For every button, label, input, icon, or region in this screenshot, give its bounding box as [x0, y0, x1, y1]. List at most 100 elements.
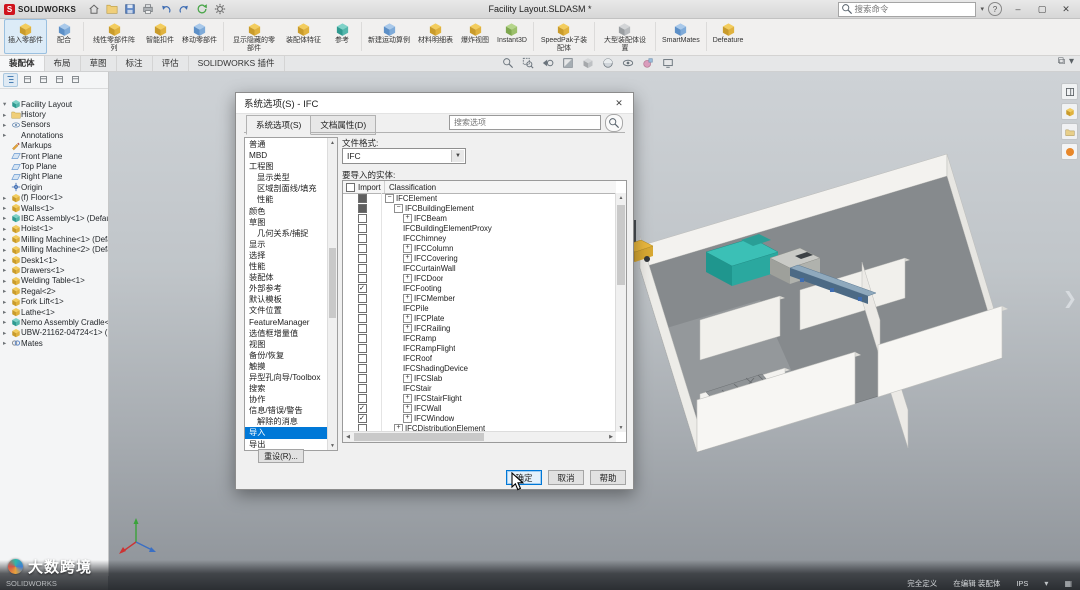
expand-arrow-icon[interactable]: ▸ [3, 121, 10, 129]
options-category-item[interactable]: 导入 [245, 427, 328, 439]
ribbon-tool-9[interactable]: 材料明细表 [414, 19, 457, 54]
print-icon[interactable] [140, 2, 156, 17]
feature-tree-item[interactable]: ▸ Desk1<1> [0, 255, 108, 265]
expand-arrow-icon[interactable]: ▸ [3, 318, 10, 326]
tree-expander-icon[interactable]: + [403, 213, 412, 223]
settings-icon[interactable] [212, 2, 228, 17]
tree-expander-icon[interactable]: − [385, 193, 394, 203]
feature-tree-item[interactable]: Right Plane [0, 172, 108, 182]
feature-tree-item[interactable]: ▸UBW-21162-04724<1> (De... [0, 328, 108, 338]
cancel-button[interactable]: 取消 [548, 470, 584, 485]
ribbon-tool-3[interactable]: 智能扣件 [142, 19, 178, 54]
close-icon[interactable]: ✕ [605, 94, 633, 113]
scroll-down-icon[interactable]: ▼ [616, 423, 626, 432]
help-icon[interactable]: ? [988, 2, 1002, 16]
feature-tree-item[interactable]: ▾ Facility Layout [0, 99, 108, 109]
open-icon[interactable] [104, 2, 120, 17]
options-category-item[interactable]: 工程图 [245, 161, 328, 172]
file-explorer-icon[interactable] [1061, 123, 1078, 140]
options-category-item[interactable]: 几何关系/捕捉 [245, 228, 328, 239]
tree-expander-icon[interactable]: + [403, 403, 412, 413]
options-category-item[interactable]: 备份/恢复 [245, 350, 328, 361]
scroll-left-icon[interactable]: ◀ [343, 432, 353, 442]
expand-arrow-icon[interactable]: ▸ [3, 246, 10, 254]
options-category-item[interactable]: 协作 [245, 394, 328, 405]
options-category-item[interactable]: 普通 [245, 139, 328, 150]
tree-expander-icon[interactable]: + [403, 293, 412, 303]
feature-tree-tab-icon[interactable] [3, 72, 18, 87]
entity-checkbox[interactable] [357, 373, 367, 383]
ribbon-tool-13[interactable]: 大型装配体设置 [597, 19, 653, 54]
ribbon-tool-7[interactable]: 参考 [325, 19, 359, 54]
maximize-button[interactable]: ▢ [1030, 1, 1054, 18]
configuration-manager-tab-icon[interactable] [37, 74, 50, 86]
feature-tree-item[interactable]: ▸Milling Machine<1> (Defa... [0, 234, 108, 244]
tree-expander-icon[interactable]: + [403, 413, 412, 423]
options-category-item[interactable]: MBD [245, 150, 328, 161]
options-category-item[interactable]: 默认模板 [245, 294, 328, 305]
options-category-item[interactable]: 区域剖面线/填充 [245, 183, 328, 194]
options-search-input[interactable] [449, 115, 601, 130]
display-style-icon[interactable] [600, 56, 616, 70]
options-category-item[interactable]: 触摸 [245, 361, 328, 372]
tree-expander-icon[interactable]: + [403, 393, 412, 403]
ribbon-tool-5[interactable]: 显示隐藏的零部件 [226, 19, 282, 54]
options-category-item[interactable]: 文件位置 [245, 305, 328, 316]
tree-expander-icon[interactable]: + [403, 273, 412, 283]
expand-arrow-icon[interactable]: ▸ [3, 298, 10, 306]
feature-tree-item[interactable]: ▸ Walls<1> [0, 203, 108, 213]
display-manager-tab-icon[interactable] [69, 74, 82, 86]
entity-checkbox[interactable] [357, 273, 367, 283]
property-manager-tab-icon[interactable] [21, 74, 34, 86]
scrollbar-vertical[interactable]: ▲ ▼ [615, 193, 626, 432]
options-category-item[interactable]: 导出 [245, 439, 328, 450]
expand-arrow-icon[interactable]: ▸ [3, 329, 10, 337]
entity-checkbox[interactable] [357, 303, 367, 313]
ribbon-tool-4[interactable]: 移动零部件 [178, 19, 221, 54]
feature-tree-item[interactable]: Markups [0, 141, 108, 151]
options-category-item[interactable]: 视图 [245, 339, 328, 350]
entity-checkbox[interactable] [357, 263, 367, 273]
entity-checkbox[interactable] [357, 363, 367, 373]
expand-arrow-icon[interactable]: ▸ [3, 256, 10, 264]
options-category-item[interactable]: 选值框增量值 [245, 328, 328, 339]
expand-arrow-icon[interactable]: ▸ [3, 225, 10, 233]
options-category-item[interactable]: 解除的消息 [245, 416, 328, 427]
feature-tree-item[interactable]: ▸ Drawers<1> [0, 265, 108, 275]
entity-checkbox[interactable] [357, 193, 367, 203]
entity-checkbox[interactable]: ✓ [357, 413, 367, 423]
rebuild-icon[interactable] [194, 2, 210, 17]
commandmanager-tab-3[interactable]: 标注 [117, 55, 153, 71]
pin-icon[interactable]: ⧉ [1058, 56, 1065, 67]
redo-icon[interactable] [176, 2, 192, 17]
commandmanager-tab-4[interactable]: 评估 [153, 55, 189, 71]
edit-appearance-icon[interactable] [640, 56, 656, 70]
command-search-input[interactable] [838, 1, 977, 17]
entity-checkbox[interactable] [357, 293, 367, 303]
expand-arrow-icon[interactable]: ▸ [3, 339, 10, 347]
ribbon-tool-8[interactable]: 新建运动算例 [364, 19, 414, 54]
tree-expander-icon[interactable]: + [403, 253, 412, 263]
options-category-item[interactable]: 显示类型 [245, 172, 328, 183]
hide-show-items-icon[interactable] [620, 56, 636, 70]
entity-checkbox[interactable] [357, 383, 367, 393]
feature-tree-item[interactable]: ▸ (f) Floor<1> [0, 193, 108, 203]
options-category-item[interactable]: 装配体 [245, 272, 328, 283]
commandmanager-tab-2[interactable]: 草图 [81, 55, 117, 71]
feature-tree-item[interactable]: ▸ History [0, 109, 108, 119]
options-category-item[interactable]: 外部参考 [245, 283, 328, 294]
feature-tree-item[interactable]: ▸ Fork Lift<1> [0, 296, 108, 306]
ribbon-tool-15[interactable]: Defeature [709, 19, 748, 54]
ribbon-tool-2[interactable]: 线性零部件阵列 [86, 19, 142, 54]
view-settings-icon[interactable] [660, 56, 676, 70]
options-category-item[interactable]: 颜色 [245, 206, 328, 217]
tab-system-options[interactable]: 系统选项(S) [246, 115, 312, 135]
tree-expander-icon[interactable]: + [403, 313, 412, 323]
design-library-icon[interactable] [1061, 103, 1078, 120]
expand-arrow-icon[interactable]: ▸ [3, 235, 10, 243]
scrollbar-vertical[interactable]: ▲ ▼ [327, 138, 337, 450]
expand-arrow-icon[interactable]: ▸ [3, 111, 10, 119]
scrollbar-horizontal[interactable]: ◀ ▶ [343, 431, 616, 442]
feature-tree-item[interactable]: Top Plane [0, 161, 108, 171]
search-icon[interactable] [605, 114, 623, 132]
